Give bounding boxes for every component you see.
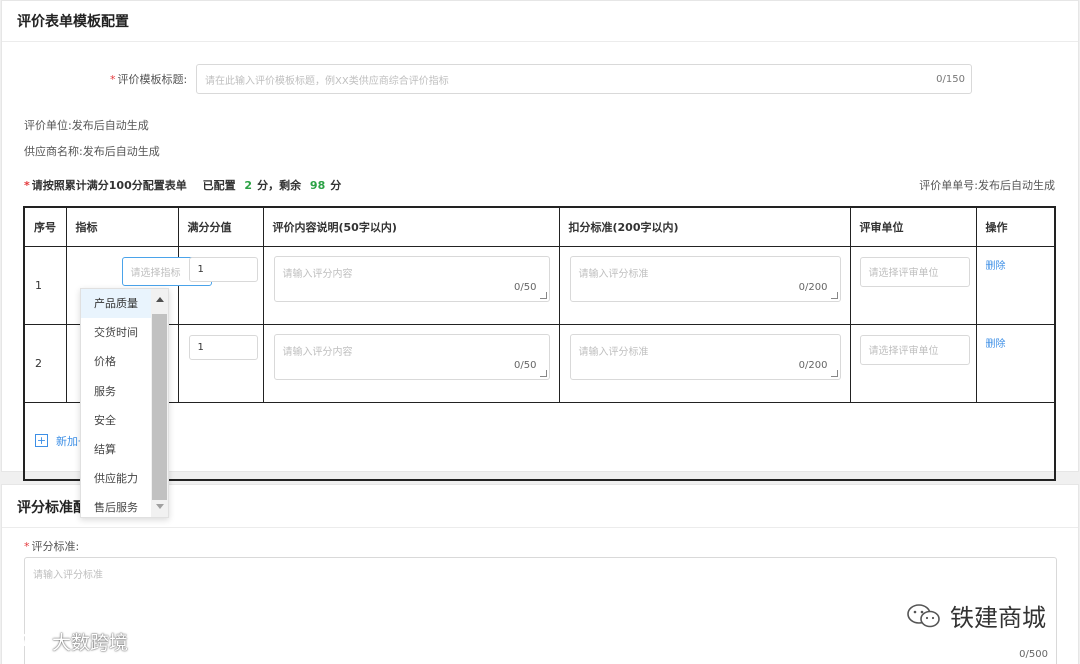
- dropdown-option[interactable]: 售后服务: [81, 493, 153, 522]
- score-input[interactable]: 1: [188, 334, 258, 360]
- wechat-icon: [907, 603, 940, 627]
- watermark-right: 铁建商城: [906, 598, 1046, 633]
- header-score: 满分分值: [177, 206, 264, 247]
- deduct-counter: 0/200: [798, 281, 828, 293]
- header-content: 评价内容说明(50字以内): [262, 206, 560, 247]
- weibo-logo-icon: [11, 632, 45, 650]
- review-unit-cell: 请选择评审单位: [849, 245, 977, 325]
- indicator-dropdown: 产品质量 交货时间 价格 服务 安全 结算 供应能力 售后服务: [80, 288, 169, 518]
- deduct-cell: 请输入评分标准 0/200: [558, 323, 851, 403]
- criteria-textarea[interactable]: 请输入评分标准 0/500: [24, 557, 1057, 664]
- review-unit-cell: 请选择评审单位: [849, 323, 977, 403]
- watermark-left: 大数跨境: [8, 628, 128, 655]
- deduct-textarea[interactable]: 请输入评分标准 0/200: [569, 333, 841, 380]
- dropdown-option[interactable]: 服务: [81, 377, 153, 406]
- header-index: 序号: [23, 206, 67, 247]
- supplier-row: 供应商名称:发布后自动生成: [24, 145, 160, 158]
- resize-handle-icon[interactable]: [539, 369, 547, 377]
- divider: [2, 527, 1078, 528]
- delete-button[interactable]: 删除: [986, 335, 1006, 350]
- content-textarea[interactable]: 请输入评分内容 0/50: [273, 333, 550, 380]
- criteria-label: * 评分标准:: [24, 540, 80, 553]
- delete-button[interactable]: 删除: [986, 257, 1006, 272]
- scroll-up-arrow-icon[interactable]: [156, 297, 164, 302]
- plus-icon: +: [35, 434, 48, 448]
- table-row: 2 1 请输入评分内容 0/50 请输入评分标准 0/200 请选择评审单位 删…: [23, 323, 1056, 403]
- template-title-label: * 评价模板标题:: [110, 73, 188, 86]
- dropdown-option[interactable]: 产品质量: [81, 289, 153, 319]
- eval-unit-row: 评价单位:发布后自动生成: [24, 119, 149, 132]
- scroll-down-arrow-icon[interactable]: [156, 504, 164, 509]
- content-textarea[interactable]: 请输入评分内容 0/50: [273, 255, 550, 302]
- dropdown-scrollbar[interactable]: [151, 289, 168, 517]
- dropdown-option[interactable]: 安全: [81, 406, 153, 435]
- content-counter: 0/50: [514, 359, 537, 371]
- config-hint: * 请按照累计满分100分配置表单 已配置 2 分，剩余 98 分: [24, 179, 342, 192]
- criteria-counter: 0/500: [1019, 649, 1048, 660]
- section-title: 评价表单模板配置: [17, 14, 129, 30]
- add-row-row: + 新加一行: [23, 401, 1056, 481]
- deduct-counter: 0/200: [798, 359, 828, 371]
- deduct-textarea[interactable]: 请输入评分标准 0/200: [569, 255, 841, 302]
- add-row-cell: + 新加一行: [23, 401, 1056, 481]
- indicator-table: 序号 指标 满分分值 评价内容说明(50字以内) 扣分标准(200字以内) 评审…: [23, 206, 1056, 481]
- divider: [2, 41, 1078, 42]
- dropdown-option[interactable]: 价格: [81, 347, 153, 376]
- remaining-value: 98: [309, 179, 326, 192]
- review-unit-select[interactable]: 请选择评审单位: [859, 256, 970, 287]
- header-indicator: 指标: [65, 206, 179, 247]
- dropdown-option[interactable]: 供应能力: [81, 464, 153, 493]
- score-cell: 1: [177, 245, 264, 325]
- scroll-thumb[interactable]: [152, 314, 167, 500]
- configured-value: 2: [244, 179, 253, 192]
- header-action: 操作: [975, 206, 1056, 247]
- deduct-cell: 请输入评分标准 0/200: [558, 245, 851, 325]
- dropdown-option[interactable]: 交货时间: [81, 318, 153, 347]
- action-cell: 删除: [975, 245, 1056, 325]
- resize-handle-icon[interactable]: [830, 291, 838, 299]
- row-index: 1: [23, 245, 67, 325]
- score-input[interactable]: 1: [188, 256, 258, 282]
- row-index: 2: [23, 323, 67, 403]
- review-unit-select[interactable]: 请选择评审单位: [859, 334, 970, 365]
- header-deduct: 扣分标准(200字以内): [558, 206, 851, 247]
- resize-handle-icon[interactable]: [539, 291, 547, 299]
- template-title-counter: 0/150: [936, 73, 965, 85]
- order-no-row: 评价单单号:发布后自动生成: [919, 179, 1055, 192]
- header-review-unit: 评审单位: [849, 206, 977, 247]
- resize-handle-icon[interactable]: [830, 369, 838, 377]
- table-row: 1 请选择指标 1 请输入评分内容 0/50 请输入评分标准 0/200 请选择…: [23, 245, 1056, 325]
- content-counter: 0/50: [514, 281, 537, 293]
- dropdown-option[interactable]: 结算: [81, 435, 153, 464]
- template-title-input[interactable]: 请在此输入评价模板标题，例XX类供应商综合评价指标 0/150: [196, 64, 972, 94]
- score-cell: 1: [177, 323, 264, 403]
- table-header-row: 序号 指标 满分分值 评价内容说明(50字以内) 扣分标准(200字以内) 评审…: [23, 206, 1056, 247]
- action-cell: 删除: [975, 323, 1056, 403]
- content-cell: 请输入评分内容 0/50: [262, 245, 560, 325]
- content-cell: 请输入评分内容 0/50: [262, 323, 560, 403]
